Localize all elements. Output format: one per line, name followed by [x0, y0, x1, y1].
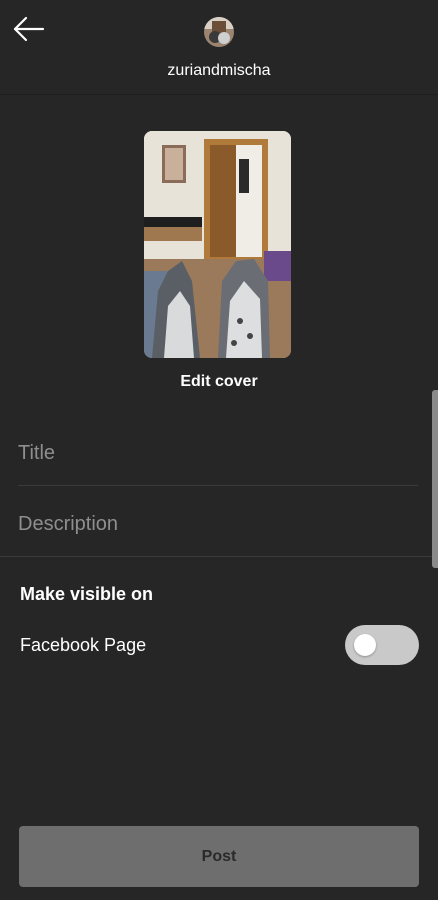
description-input[interactable]: Description [18, 494, 418, 554]
make-visible-heading: Make visible on [20, 584, 154, 604]
facebook-page-label: Facebook Page [20, 635, 147, 655]
scrollbar[interactable] [432, 390, 438, 568]
arrow-left-icon [13, 16, 45, 42]
top-bar: zuriandmischa [0, 0, 438, 95]
cover-image[interactable] [144, 131, 291, 358]
toggle-knob [354, 634, 376, 656]
igtv-post-screen: zuriandmischa Edit cover Title Descripti… [0, 0, 438, 900]
avatar[interactable] [204, 17, 234, 47]
account-username: zuriandmischa [167, 62, 271, 79]
cover-photo [144, 131, 291, 358]
back-button[interactable] [12, 14, 46, 44]
facebook-page-toggle[interactable] [345, 625, 419, 665]
title-input[interactable]: Title [18, 423, 418, 483]
divider [18, 485, 418, 486]
edit-cover-button[interactable]: Edit cover [0, 373, 438, 391]
avatar-image [204, 17, 234, 47]
post-button[interactable]: Post [19, 826, 419, 887]
divider [0, 556, 438, 557]
